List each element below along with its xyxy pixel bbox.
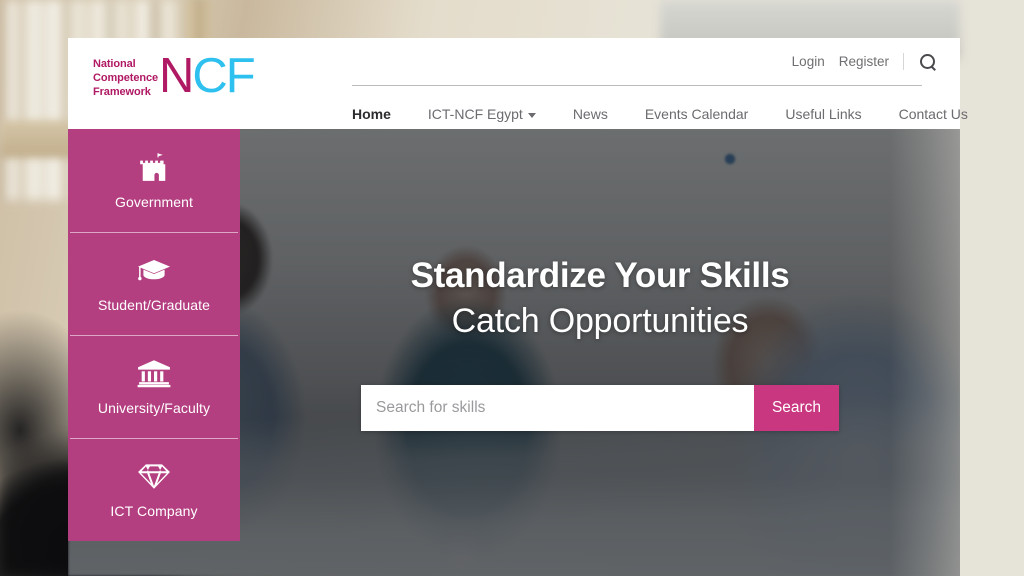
site-header: National Competence Framework NCF Login … — [68, 38, 968, 129]
sidebar-item-university-faculty[interactable]: University/Faculty — [68, 335, 240, 438]
sidebar-item-ict-company-label: ICT Company — [110, 502, 198, 519]
nav-item-events-calendar-label: Events Calendar — [644, 106, 749, 122]
nav-item-contact-us-label: Contact Us — [898, 106, 968, 122]
sidebar-item-ict-company[interactable]: ICT Company — [68, 438, 240, 541]
logo-wordmark: National Competence Framework — [93, 57, 158, 99]
header-divider — [352, 85, 922, 86]
logo-line-3: Framework — [93, 86, 151, 99]
graduation-cap-icon — [137, 255, 171, 285]
utility-nav: Login Register — [792, 53, 936, 70]
nav-item-useful-links-label: Useful Links — [785, 106, 862, 122]
hero-search-form: Search — [361, 385, 839, 432]
sidebar-item-university-faculty-label: University/Faculty — [97, 399, 211, 416]
logo-acronym: NCF — [159, 49, 256, 103]
nav-item-useful-links[interactable]: Useful Links — [785, 106, 861, 122]
hero-headline: Standardize Your Skills — [410, 255, 790, 295]
nav-item-home[interactable]: Home — [352, 106, 391, 122]
audience-sidebar: Government Student/Graduate University/F… — [68, 129, 240, 541]
main-navigation: Home ICT-NCF Egypt News Events Calendar … — [352, 100, 968, 128]
hero-content: Standardize Your Skills Catch Opportunit… — [240, 129, 960, 576]
sidebar-item-government[interactable]: Government — [68, 129, 240, 232]
logo-letters-cf: CF — [192, 49, 255, 103]
search-icon[interactable] — [920, 53, 936, 70]
nav-item-ict-ncf-egypt[interactable]: ICT-NCF Egypt — [428, 106, 536, 122]
logo-line-2: Competence — [93, 71, 159, 84]
nav-item-ict-ncf-egypt-label: ICT-NCF Egypt — [427, 106, 523, 122]
nav-item-home-label: Home — [352, 106, 391, 122]
nav-item-events-calendar[interactable]: Events Calendar — [645, 106, 749, 122]
nav-item-news-label: News — [572, 106, 608, 122]
nav-item-news[interactable]: News — [573, 106, 608, 122]
sidebar-item-government-label: Government — [114, 193, 194, 210]
login-link[interactable]: Login — [792, 54, 825, 69]
search-input[interactable] — [361, 385, 754, 432]
utility-nav-divider — [903, 53, 904, 70]
search-button[interactable]: Search — [754, 385, 839, 432]
logo-line-1: National — [93, 57, 136, 70]
logo-letter-n: N — [159, 49, 194, 103]
sidebar-item-student-graduate-label: Student/Graduate — [97, 296, 211, 313]
nav-item-contact-us[interactable]: Contact Us — [899, 106, 968, 122]
hero-subheadline: Catch Opportunities — [451, 301, 749, 340]
website-frame: National Competence Framework NCF Login … — [68, 38, 968, 576]
desktop-backdrop: National Competence Framework NCF Login … — [0, 0, 1024, 576]
register-link[interactable]: Register — [839, 54, 889, 69]
chevron-down-icon — [527, 112, 536, 118]
diamond-icon — [137, 461, 171, 491]
classical-building-icon — [137, 358, 171, 388]
sidebar-item-student-graduate[interactable]: Student/Graduate — [68, 232, 240, 335]
castle-icon — [137, 152, 171, 182]
site-logo[interactable]: National Competence Framework NCF — [93, 49, 256, 103]
